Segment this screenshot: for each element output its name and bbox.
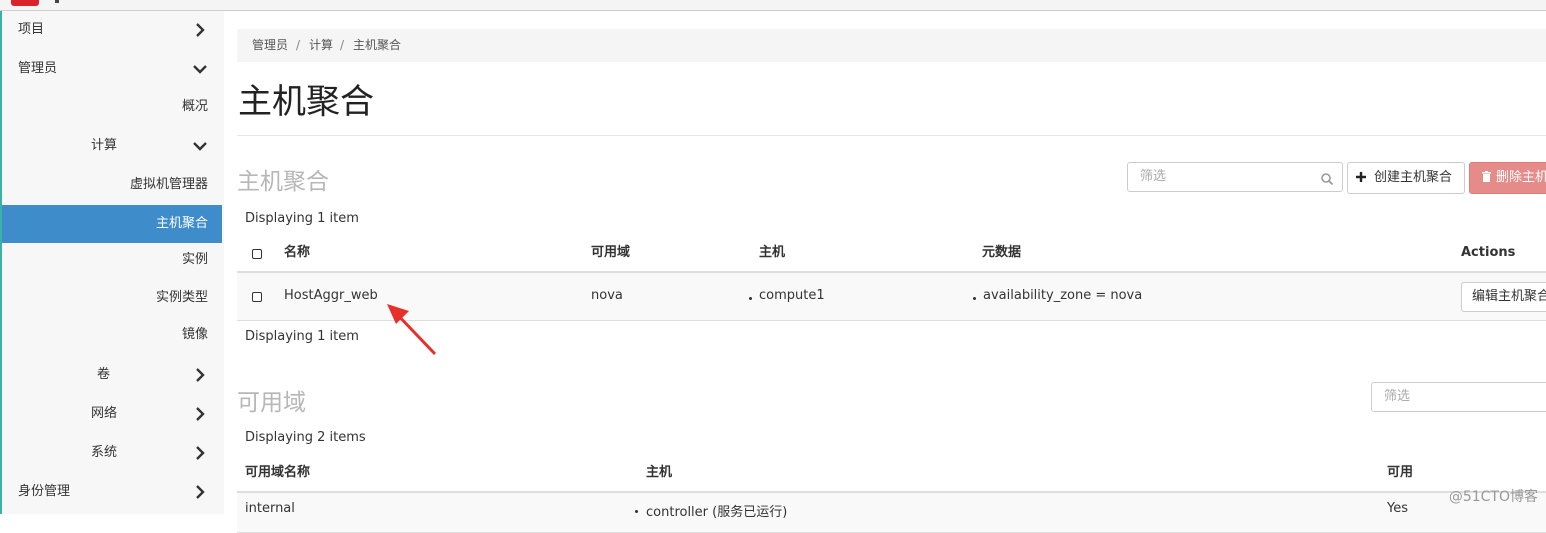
filter-placeholder: 筛选	[1384, 389, 1411, 404]
column-header-actions: Actions	[1461, 245, 1516, 260]
page-title: 主机聚合	[238, 82, 374, 122]
row-checkbox[interactable]	[252, 292, 262, 302]
select-all-checkbox[interactable]	[252, 249, 262, 259]
sidebar-item-label: 虚拟机管理器	[129, 177, 208, 192]
sidebar-item-label: 实例	[181, 252, 208, 267]
chevron-down-icon	[192, 128, 208, 164]
host-aggregates-footer-count: Displaying 1 item	[245, 329, 359, 344]
sidebar-item-label: 管理员	[18, 61, 58, 76]
breadcrumb-separator: /	[296, 38, 301, 52]
aggregate-name-cell: HostAggr_web	[284, 288, 378, 303]
filter-placeholder: 筛选	[1140, 169, 1167, 184]
breadcrumb: 管理员 / 计算 / 主机聚合	[237, 29, 1546, 62]
breadcrumb-item-current: 主机聚合	[353, 38, 402, 52]
list-bullet	[635, 510, 638, 513]
create-button-label: 创建主机聚合	[1374, 170, 1453, 185]
sidebar-item-identity[interactable]: 身份管理	[2, 474, 222, 510]
delete-button-label: 删除主机	[1496, 170, 1546, 185]
column-header-hosts[interactable]: 主机	[646, 455, 672, 491]
edit-host-aggregate-button[interactable]: 编辑主机聚合	[1461, 282, 1546, 312]
plus-icon	[1356, 163, 1366, 193]
sidebar-item-label: 主机聚合	[155, 216, 208, 231]
column-header-available[interactable]: 可用	[1387, 455, 1413, 491]
sidebar: 项目 管理员 概况 计算 虚拟机管理器 主机聚合 实例 实例类型 镜像 卷 网络…	[0, 11, 224, 514]
delete-host-aggregates-button[interactable]: 删除主机	[1469, 162, 1546, 194]
sidebar-item-network[interactable]: 网络	[2, 396, 222, 432]
sidebar-item-label: 镜像	[181, 327, 208, 342]
sidebar-item-images[interactable]: 镜像	[2, 317, 222, 353]
search-icon	[1320, 172, 1334, 186]
aggregate-zone-cell: nova	[591, 288, 623, 303]
breadcrumb-separator: /	[340, 38, 345, 52]
sidebar-item-label: 实例类型	[155, 290, 208, 305]
sidebar-item-label: 系统	[91, 445, 118, 460]
navbar-fragment	[55, 0, 59, 3]
availability-zones-heading: 可用域	[237, 390, 306, 416]
chevron-right-icon	[192, 357, 208, 393]
sidebar-item-label: 身份管理	[18, 484, 71, 499]
sidebar-item-hypervisors[interactable]: 虚拟机管理器	[2, 167, 222, 203]
host-aggregates-table-header: 名称 可用域 主机 元数据 Actions	[237, 235, 1546, 273]
sidebar-item-admin[interactable]: 管理员	[2, 51, 222, 87]
sidebar-item-label: 计算	[91, 138, 118, 153]
column-header-metadata[interactable]: 元数据	[982, 235, 1021, 271]
sidebar-item-compute[interactable]: 计算	[2, 128, 222, 164]
watermark: @51CTO博客	[1448, 489, 1538, 505]
column-header-zone[interactable]: 可用域	[591, 235, 630, 271]
annotation-arrow-icon	[387, 304, 437, 356]
sidebar-item-label: 概况	[181, 99, 208, 114]
chevron-right-icon	[192, 474, 208, 510]
column-header-hosts[interactable]: 主机	[759, 235, 785, 271]
sidebar-item-project[interactable]: 项目	[2, 12, 222, 48]
sidebar-item-volumes[interactable]: 卷	[2, 357, 222, 393]
divider	[237, 135, 1546, 136]
sidebar-item-flavors[interactable]: 实例类型	[2, 280, 222, 316]
availability-zones-count: Displaying 2 items	[245, 430, 366, 445]
table-row: internal controller (服务已运行) Yes	[237, 493, 1546, 533]
column-header-zone-name[interactable]: 可用域名称	[245, 455, 310, 491]
host-aggregates-count: Displaying 1 item	[245, 211, 359, 226]
host-aggregates-filter-input[interactable]: 筛选	[1127, 162, 1343, 192]
chevron-down-icon	[192, 51, 208, 87]
sidebar-item-label: 网络	[91, 406, 118, 421]
aggregate-metadata-cell: availability_zone = nova	[983, 288, 1143, 303]
chevron-right-icon	[192, 12, 208, 48]
main-content: 管理员 / 计算 / 主机聚合 主机聚合 主机聚合 筛选 创建主机聚合 删除主机…	[237, 0, 1546, 533]
sidebar-item-overview[interactable]: 概况	[2, 89, 222, 125]
list-bullet	[749, 297, 752, 300]
sidebar-item-label: 卷	[97, 367, 111, 382]
host-aggregates-heading: 主机聚合	[237, 169, 329, 195]
sidebar-item-system[interactable]: 系统	[2, 435, 222, 471]
brand-logo[interactable]	[11, 0, 39, 6]
availability-zones-filter-input[interactable]: 筛选	[1371, 382, 1546, 412]
availability-zones-table-header: 可用域名称 主机 可用	[237, 455, 1546, 493]
sidebar-item-host-aggregates[interactable]: 主机聚合	[2, 205, 222, 243]
chevron-right-icon	[192, 435, 208, 471]
trash-icon	[1482, 163, 1491, 193]
column-header-name[interactable]: 名称	[284, 235, 310, 271]
list-bullet	[973, 297, 976, 300]
sidebar-item-instances[interactable]: 实例	[2, 242, 222, 278]
chevron-right-icon	[192, 396, 208, 432]
create-host-aggregate-button[interactable]: 创建主机聚合	[1347, 162, 1465, 194]
sidebar-item-label: 项目	[18, 22, 45, 37]
edit-button-label: 编辑主机聚合	[1472, 289, 1546, 304]
breadcrumb-item-admin[interactable]: 管理员	[252, 29, 288, 62]
aggregate-host-cell: compute1	[759, 288, 825, 303]
breadcrumb-item-compute[interactable]: 计算	[309, 29, 333, 62]
zone-host-cell: controller (服务已运行)	[646, 505, 788, 520]
